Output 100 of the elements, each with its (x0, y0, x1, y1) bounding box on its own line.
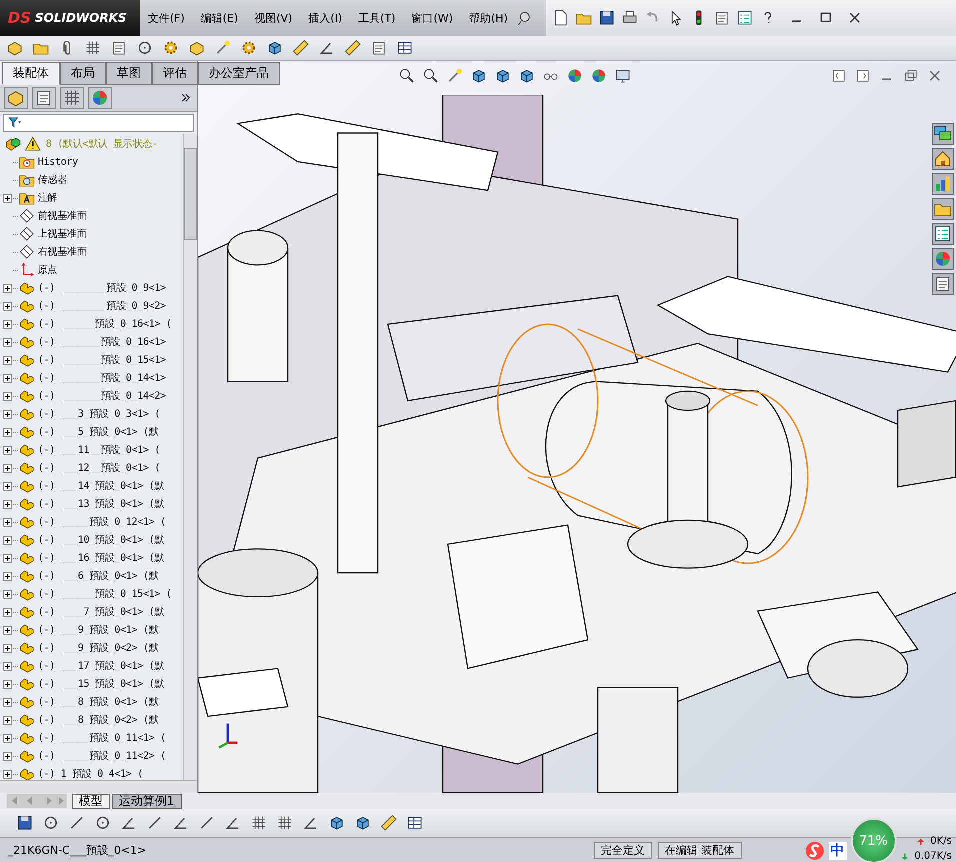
new-document-icon[interactable] (552, 9, 570, 27)
circle-icon[interactable] (94, 814, 112, 832)
expand-icon[interactable] (3, 284, 12, 292)
expand-icon[interactable] (3, 428, 12, 436)
cube-icon[interactable] (494, 67, 512, 85)
expand-icon[interactable] (3, 644, 12, 652)
tree-item[interactable]: (-) ___9_預設_0<2> (默 (38, 641, 159, 655)
tree-item[interactable]: (-) _______預設_0_14<2> (38, 389, 166, 403)
tree-item[interactable]: (-) ___14_預設_0<1> (默 (38, 479, 164, 493)
expand-icon[interactable] (3, 608, 12, 616)
zoom-icon[interactable] (398, 67, 416, 85)
cube-icon[interactable] (518, 67, 536, 85)
menu-item[interactable]: 插入(I) (300, 10, 350, 26)
model-tab[interactable]: 模型 (72, 794, 110, 808)
horizontal-scrollbar[interactable] (0, 780, 197, 793)
tree-item[interactable]: 前视基准面 (38, 209, 87, 223)
menu-item[interactable]: 视图(V) (246, 10, 301, 26)
expand-icon[interactable] (3, 338, 12, 346)
expand-icon[interactable] (3, 698, 12, 706)
tree-item[interactable]: (-) ____7_預設_0<1> (默 (38, 605, 164, 619)
input-method-logo-icon[interactable] (804, 841, 825, 861)
model-tab[interactable]: 运动算例1 (112, 794, 182, 808)
tree-item[interactable]: (-) ___11__預設_0<1> ( (38, 443, 160, 457)
tree-item[interactable]: (-) ___5_預設_0<1> (默 (38, 425, 159, 439)
block-icon[interactable] (188, 39, 206, 57)
tree-item[interactable]: (-) ___17_預設_0<1> (默 (38, 659, 164, 673)
clipboard-icon[interactable] (110, 39, 128, 57)
expand-icon[interactable] (3, 410, 12, 418)
tree-item[interactable]: (-) ___15_預設_0<1> (默 (38, 677, 164, 691)
split-left-icon[interactable] (830, 67, 848, 85)
expand-icon[interactable] (3, 302, 12, 310)
tree-item[interactable]: (-) ___3_預設_0_3<1> ( (38, 407, 160, 421)
wand-icon[interactable] (214, 39, 232, 57)
grid-icon[interactable] (84, 39, 102, 57)
tree-item[interactable]: (-) _______預設_0_15<1> (38, 353, 166, 367)
appearance-tab-icon[interactable] (88, 87, 112, 109)
filter-icon[interactable] (6, 116, 24, 130)
expand-icon[interactable] (3, 194, 12, 202)
expand-icon[interactable] (3, 500, 12, 508)
tree-item[interactable]: (-) _____預設_0_11<2> ( (38, 749, 166, 763)
grid-icon[interactable] (276, 814, 294, 832)
gear-icon[interactable] (240, 39, 258, 57)
expand-icon[interactable] (3, 482, 12, 490)
tree-item[interactable]: (-) _____預設_0_12<1> ( (38, 515, 166, 529)
ruler-icon[interactable] (380, 814, 398, 832)
expand-icon[interactable] (3, 770, 12, 778)
bar-chart-icon[interactable] (932, 173, 954, 195)
speech-bubbles-icon[interactable] (932, 123, 954, 145)
expand-icon[interactable] (3, 662, 12, 670)
save-icon[interactable] (598, 9, 616, 27)
expand-icon[interactable] (3, 554, 12, 562)
tree-item[interactable]: (-) _______預設_0_16<1> (38, 335, 166, 349)
menu-item[interactable]: 文件(F) (140, 10, 193, 26)
color-ball-icon[interactable] (566, 67, 584, 85)
command-tab[interactable]: 布局 (60, 62, 106, 85)
expand-icon[interactable] (3, 716, 12, 724)
vertical-scrollbar[interactable] (183, 134, 197, 780)
clipboard-icon[interactable] (932, 273, 954, 295)
tree-item[interactable]: (-) ________預設_0_9<1> (38, 281, 166, 295)
configuration-tab-icon[interactable] (60, 87, 84, 109)
expand-icon[interactable] (3, 446, 12, 454)
folder-icon[interactable] (932, 198, 954, 220)
wand-icon[interactable] (446, 67, 464, 85)
expand-icon[interactable] (3, 392, 12, 400)
tree-item[interactable]: (-) ___16_預設_0<1> (默 (38, 551, 164, 565)
property-tab-icon[interactable] (32, 87, 56, 109)
tree-item[interactable]: (-) ______預設_0_15<1> ( (38, 587, 172, 601)
tree-item[interactable]: (-) ______預設_0_16<1> ( (38, 317, 172, 331)
expand-icon[interactable] (3, 572, 12, 580)
tree-item[interactable]: (-) ___9_預設_0<1> (默 (38, 623, 159, 637)
cube-icon[interactable] (354, 814, 372, 832)
ruler-icon[interactable] (292, 39, 310, 57)
circle-icon[interactable] (136, 39, 154, 57)
clipboard-icon[interactable] (370, 39, 388, 57)
menu-item[interactable]: 帮助(H) (461, 10, 516, 26)
command-tab[interactable]: 草图 (106, 62, 152, 85)
tree-item[interactable]: 传感器 (38, 173, 68, 187)
expand-icon[interactable] (3, 518, 12, 526)
list-icon[interactable] (932, 223, 954, 245)
tree-item[interactable]: (-) _____預設_0_11<1> ( (38, 731, 166, 745)
expand-icon[interactable] (3, 536, 12, 544)
tree-item[interactable]: (-) ___13_預設_0<1> (默 (38, 497, 164, 511)
tree-item[interactable]: 右视基准面 (38, 245, 87, 259)
filter-field[interactable] (3, 114, 194, 132)
save-icon[interactable] (16, 814, 34, 832)
table-icon[interactable] (396, 39, 414, 57)
tree-item[interactable]: (-) ___8_預設_0<1> (默 (38, 695, 159, 709)
tree-item[interactable]: 上视基准面 (38, 227, 87, 241)
feature-tree-tab-icon[interactable] (4, 87, 28, 109)
cube-icon[interactable] (328, 814, 346, 832)
cube-icon[interactable] (470, 67, 488, 85)
tree-item[interactable]: (-) ___6_預設_0<1> (默 (38, 569, 159, 583)
tree-item[interactable]: (-) 1 預設 0 4<1> ( (38, 767, 144, 780)
tree-item[interactable]: (-) ___10_預設_0<1> (默 (38, 533, 164, 547)
list-icon[interactable] (736, 9, 754, 27)
expand-icon[interactable] (3, 734, 12, 742)
menu-item[interactable]: 工具(T) (350, 10, 404, 26)
command-tab[interactable]: 装配体 (2, 62, 60, 85)
tree-item[interactable]: History (38, 156, 78, 168)
gear-icon[interactable] (162, 39, 180, 57)
